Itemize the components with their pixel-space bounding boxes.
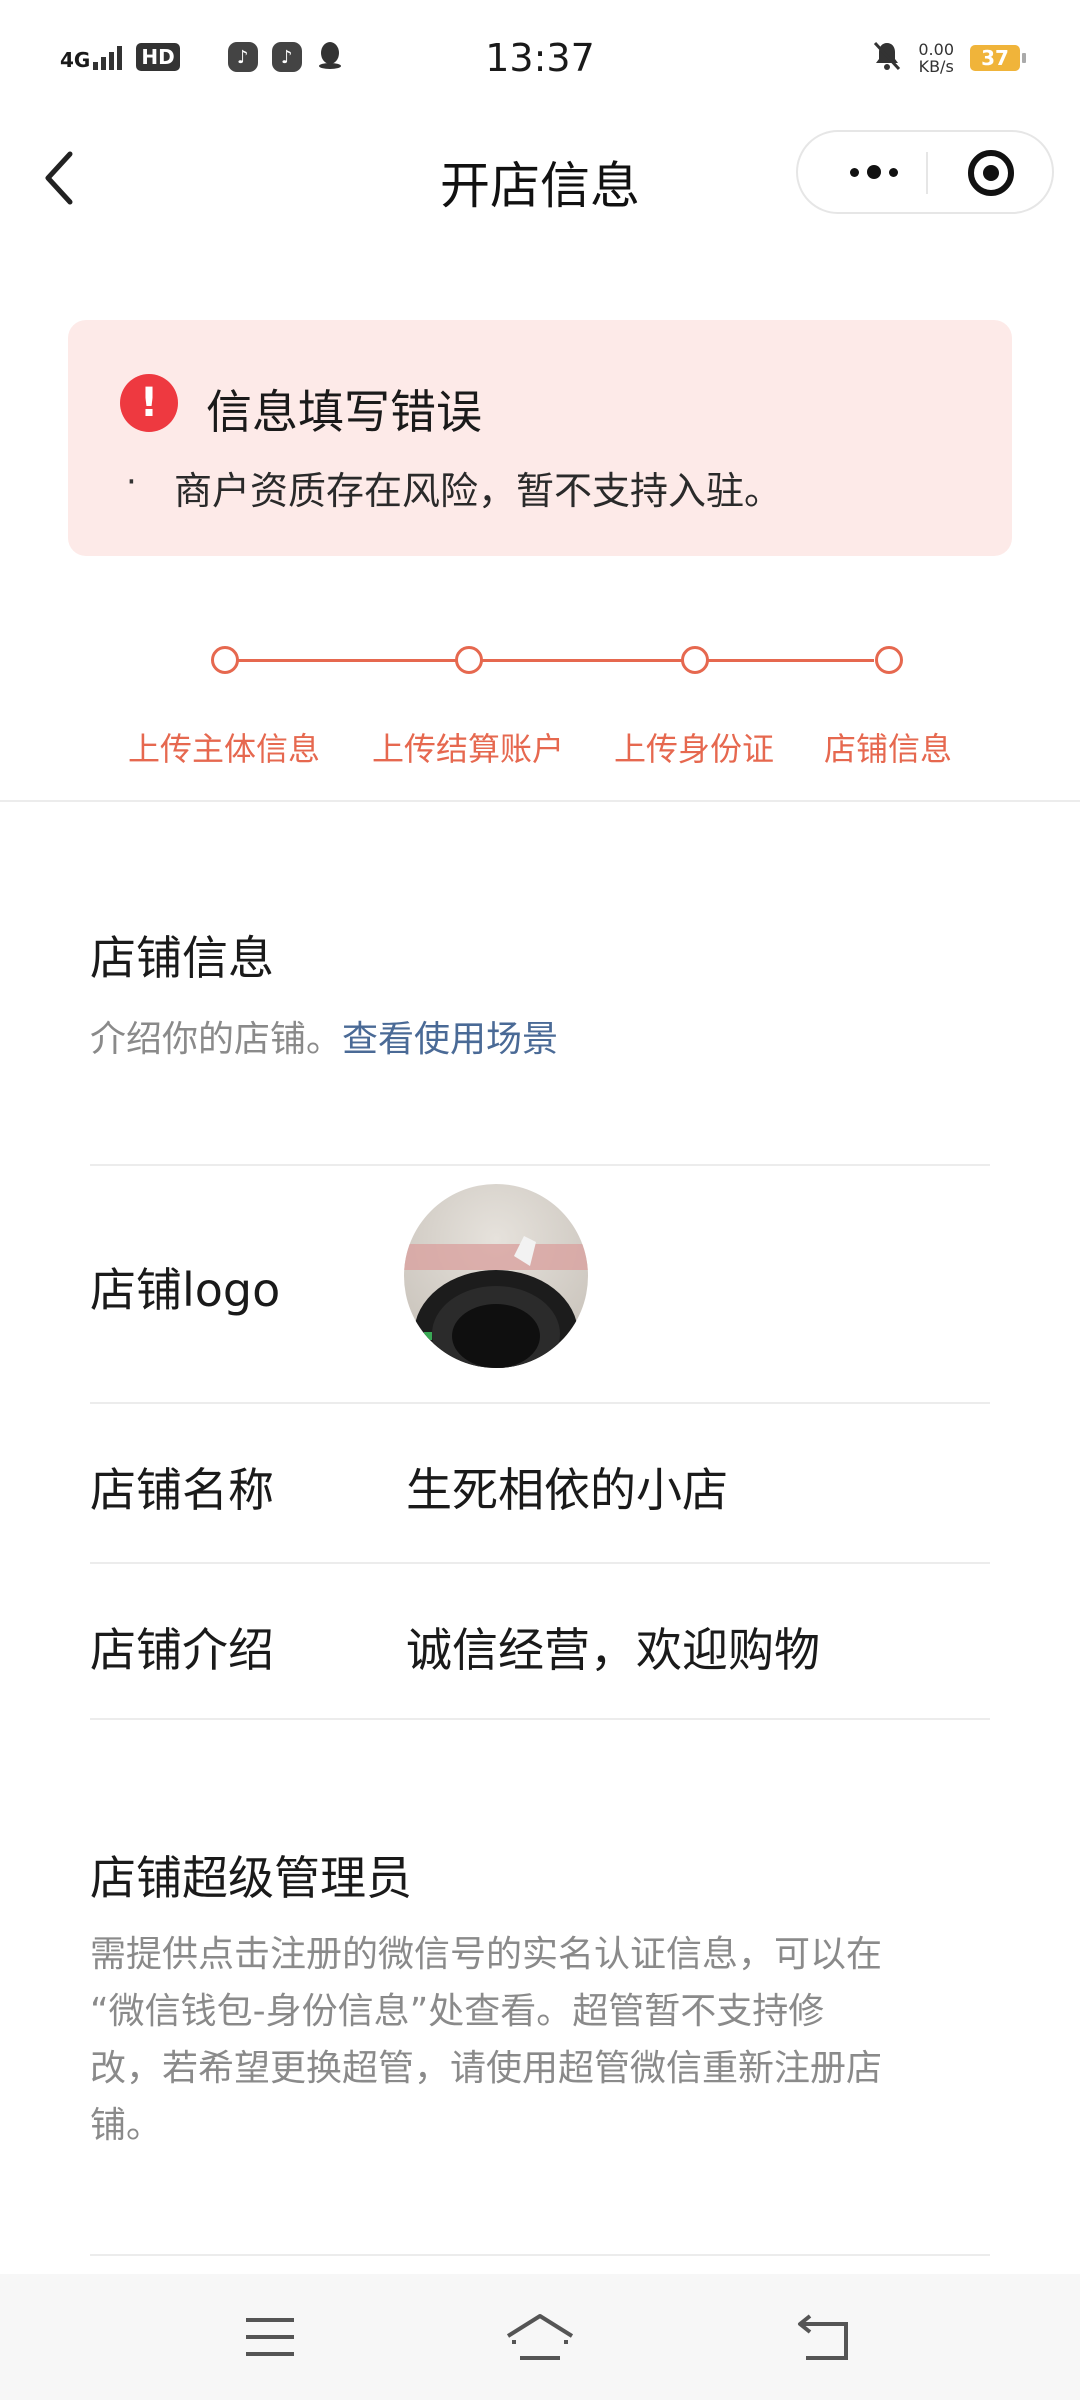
menu-icon [246,2318,294,2356]
error-icon: ! [120,374,178,432]
mute-icon [872,40,902,76]
step-connector [234,659,458,662]
row-divider [90,1164,990,1166]
shop-name-value[interactable]: 生死相依的小店 [406,1454,728,1520]
step-label-shop-info[interactable]: 店铺信息 [824,724,952,770]
more-dots-icon [867,165,881,179]
row-divider [90,1402,990,1404]
row-divider [90,1718,990,1720]
shop-info-title: 店铺信息 [90,931,274,985]
menu-button[interactable] [242,2314,298,2360]
shop-intro-value[interactable]: 诚信经营，欢迎购物 [406,1614,820,1680]
progress-stepper: 上传主体信息 上传结算账户 上传身份证 店铺信息 [0,636,1080,776]
step-dot [875,646,903,674]
shop-intro-label: 店铺介绍 [90,1623,274,1677]
shop-logo-label: 店铺logo [90,1263,281,1317]
close-miniprogram-button[interactable] [968,150,1014,196]
battery-icon: 37 [970,45,1026,71]
super-admin-description: 需提供点击注册的微信号的实名认证信息，可以在 “微信钱包-身份信息”处查看。超管… [90,1934,883,2146]
row-divider [90,2254,990,2256]
super-admin-title: 店铺超级管理员 [90,1851,412,1905]
back-arrow-icon [798,2314,848,2360]
step-label-id-card[interactable]: 上传身份证 [614,724,774,770]
status-right: 0.00 KB/s 37 [872,40,1026,76]
step-label-entity[interactable]: 上传主体信息 [128,724,320,770]
shop-name-label: 店铺名称 [90,1463,274,1517]
step-connector [708,659,874,662]
step-dot [455,646,483,674]
error-message: 商户资质存在风险，暂不支持入驻。 [174,469,783,513]
step-dot [681,646,709,674]
home-icon [506,2314,574,2360]
step-dot [211,646,239,674]
shop-logo-image[interactable] [404,1184,588,1368]
back-nav-button[interactable] [796,2312,852,2362]
step-connector [482,659,684,662]
system-nav-bar [0,2274,1080,2400]
section-divider [0,800,1080,802]
battery-level: 37 [981,46,1009,70]
row-divider [90,1562,990,1564]
error-title: 信息填写错误 [206,385,482,439]
more-button[interactable] [828,152,920,192]
error-bullet: · [126,462,137,502]
more-dots-icon [850,167,859,177]
view-scenario-link[interactable]: 查看使用场景 [342,1019,558,1060]
miniprogram-capsule [796,130,1054,214]
shop-info-subtitle: 介绍你的店铺。查看使用场景 [90,1019,559,1060]
more-dots-icon [889,167,898,177]
capsule-divider [926,152,928,194]
status-bar: 4G HD ♪ ♪ 13:37 0.00 KB/s 37 [0,0,1080,120]
error-card: ! 信息填写错误 · 商户资质存在风险，暂不支持入驻。 [68,320,1012,556]
home-button[interactable] [504,2310,576,2364]
network-speed: 0.00 KB/s [918,40,954,76]
step-label-account[interactable]: 上传结算账户 [372,724,564,770]
